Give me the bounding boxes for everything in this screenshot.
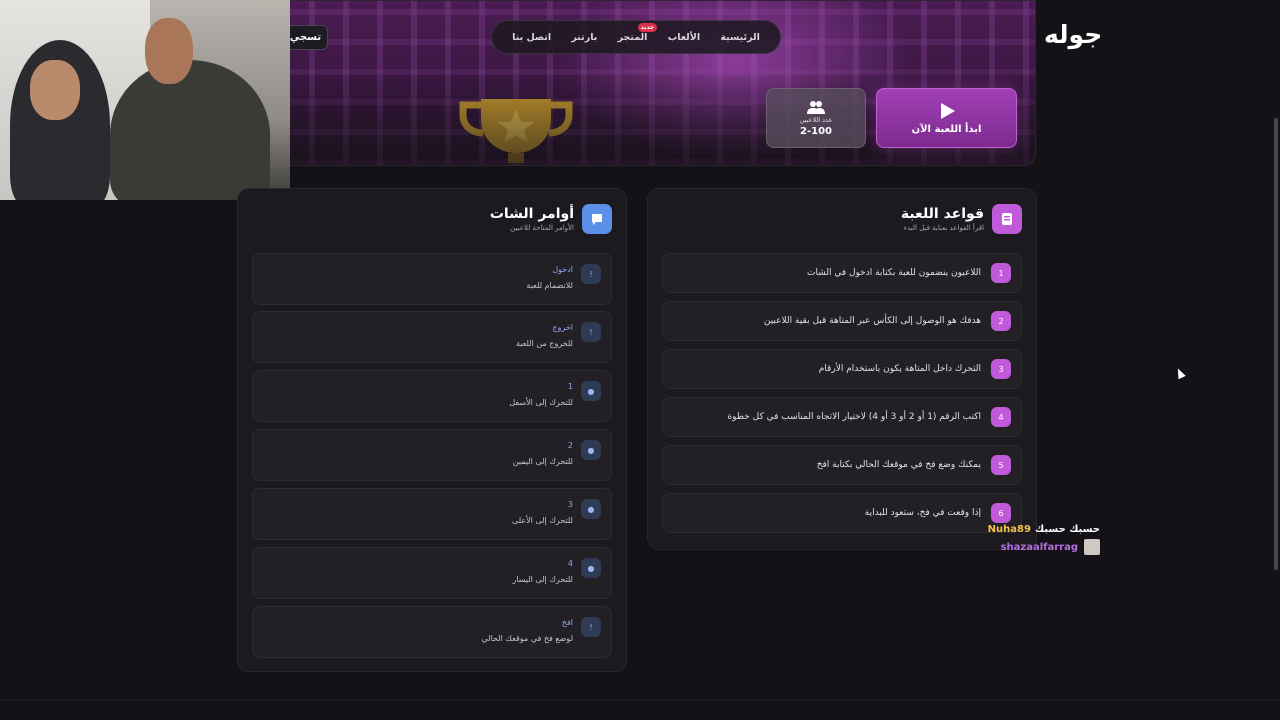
- command-icon: !: [581, 322, 601, 342]
- command-item: ● 3 للتحرك إلى الأعلى: [252, 488, 612, 540]
- scrollbar[interactable]: [1274, 118, 1278, 570]
- command-desc: للتحرك إلى اليسار: [512, 575, 573, 584]
- rule-text: اللاعبون ينضمون للعبة بكتابة ادخول في ال…: [806, 268, 981, 278]
- document-icon: [992, 204, 1022, 234]
- command-code: افخ: [561, 618, 573, 627]
- mouse-cursor-icon: [1174, 366, 1186, 380]
- rule-item: 1 اللاعبون ينضمون للعبة بكتابة ادخول في ا…: [662, 253, 1022, 293]
- chat-username: shazaalfarrag: [1000, 541, 1078, 553]
- rule-number: 2: [991, 311, 1011, 331]
- users-icon: [807, 100, 825, 114]
- rule-number: 5: [991, 455, 1011, 475]
- start-game-button[interactable]: ابدأ اللعبة الآن: [876, 88, 1017, 148]
- commands-panel: أوامر الشات الأوامر المتاحة للاعبين ! ادخ…: [237, 188, 627, 672]
- page: جوله الرئيسية الألعاب المتجر جديد بارتنر …: [0, 0, 1280, 720]
- chat-message: shazaalfarrag: [950, 539, 1100, 555]
- main-nav: الرئيسية الألعاب المتجر جديد بارتنر اتصل …: [491, 20, 781, 54]
- rule-text: يمكنك وضع فخ في موقعك الحالي بكتابة افخ: [816, 460, 981, 470]
- rule-text: التحرك داخل المتاهة يكون باستخدام الأرقا…: [818, 364, 981, 374]
- command-icon: !: [581, 617, 601, 637]
- nav-contact[interactable]: اتصل بنا: [512, 32, 551, 43]
- command-desc: للتحرك إلى اليمين: [512, 457, 573, 466]
- command-desc: للتحرك إلى الأسفل: [509, 398, 573, 407]
- command-desc: للخروج من اللعبة: [515, 339, 573, 348]
- command-icon: !: [581, 264, 601, 284]
- rule-item: 5 يمكنك وضع فخ في موقعك الحالي بكتابة افخ: [662, 445, 1022, 485]
- rule-number: 6: [991, 503, 1011, 523]
- chat-text: حسبك حسبك: [1034, 524, 1100, 535]
- command-desc: للتحرك إلى الأعلى: [512, 516, 573, 525]
- command-icon: ●: [581, 499, 601, 519]
- chat-username: Nuha89: [987, 524, 1031, 535]
- players-count-card: عدد اللاعبين 2-100: [766, 88, 866, 148]
- command-desc: لوضع فخ في موقعك الحالي: [481, 634, 573, 643]
- command-icon: ●: [581, 440, 601, 460]
- command-desc: للانضمام للعبة: [526, 281, 573, 290]
- nav-store-label: المتجر: [617, 31, 648, 43]
- commands-title: أوامر الشات: [489, 206, 574, 222]
- nav-partner[interactable]: بارتنر: [571, 32, 597, 43]
- avatar: [1084, 539, 1100, 555]
- command-item: ● 4 للتحرك إلى اليسار: [252, 547, 612, 599]
- command-item: ! ادخول للانضمام للعبة: [252, 253, 612, 305]
- rule-item: 4 اكتب الرقم (1 أو 2 أو 3 أو 4) لاختيار ا…: [662, 397, 1022, 437]
- command-code: ادخول: [552, 265, 573, 274]
- rule-text: إذا وقعت في فخ، ستعود للبداية: [864, 508, 981, 518]
- command-item: ● 1 للتحرك إلى الأسفل: [252, 370, 612, 422]
- chat-icon: [582, 204, 612, 234]
- play-icon: [940, 102, 955, 119]
- rule-item: 3 التحرك داخل المتاهة يكون باستخدام الأرق…: [662, 349, 1022, 389]
- nav-store[interactable]: المتجر جديد: [617, 22, 658, 43]
- commands-subtitle: الأوامر المتاحة للاعبين: [510, 224, 574, 232]
- new-badge: جديد: [637, 22, 658, 32]
- command-icon: ●: [581, 381, 601, 401]
- chat-message: Nuha89 حسبك حسبك: [950, 524, 1100, 535]
- rule-item: 2 هدفك هو الوصول إلى الكأس عبر المتاهة قب…: [662, 301, 1022, 341]
- command-item: ! افخ لوضع فخ في موقعك الحالي: [252, 606, 612, 658]
- command-icon: ●: [581, 558, 601, 578]
- start-game-label: ابدأ اللعبة الآن: [911, 123, 982, 135]
- players-value: 2-100: [800, 125, 832, 137]
- players-label: عدد اللاعبين: [799, 115, 833, 124]
- stream-chat-overlay: Nuha89 حسبك حسبك shazaalfarrag: [950, 524, 1100, 555]
- rules-panel: قواعد اللعبة اقرأ القواعد بعناية قبل الب…: [647, 188, 1037, 550]
- command-code: 1: [567, 382, 573, 391]
- rule-text: اكتب الرقم (1 أو 2 أو 3 أو 4) لاختيار ال…: [727, 412, 981, 422]
- command-code: 3: [567, 500, 573, 509]
- rules-subtitle: اقرأ القواعد بعناية قبل البدء: [903, 224, 984, 232]
- nav-home[interactable]: الرئيسية: [720, 32, 759, 43]
- rule-number: 4: [991, 407, 1011, 427]
- command-item: ● 2 للتحرك إلى اليمين: [252, 429, 612, 481]
- streamer-right: [110, 60, 270, 200]
- rule-number: 3: [991, 359, 1011, 379]
- rules-title: قواعد اللعبة: [900, 206, 984, 222]
- command-code: 2: [567, 441, 573, 450]
- nav-games[interactable]: الألعاب: [668, 32, 700, 43]
- rule-text: هدفك هو الوصول إلى الكأس عبر المتاهة قبل…: [763, 316, 981, 326]
- webcam-overlay: [0, 0, 290, 200]
- rule-number: 1: [991, 263, 1011, 283]
- command-code: 4: [567, 559, 573, 568]
- site-logo[interactable]: جوله: [1044, 20, 1103, 49]
- command-code: اخروج: [552, 323, 573, 332]
- command-item: ! اخروج للخروج من اللعبة: [252, 311, 612, 363]
